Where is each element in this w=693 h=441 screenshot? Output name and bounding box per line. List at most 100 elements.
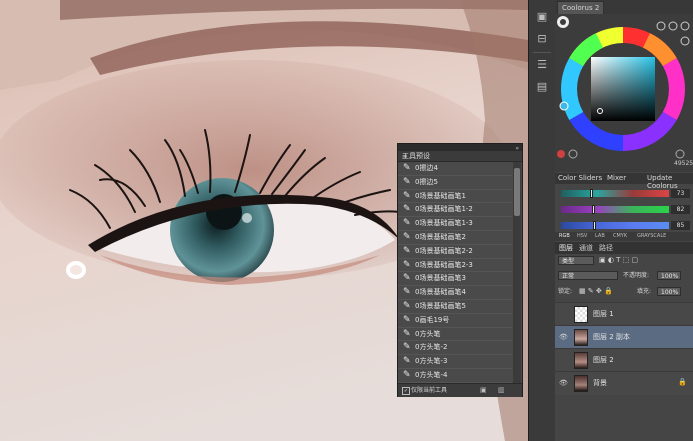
preset-list-item[interactable]: ✎ 0场景基础画笔2 xyxy=(398,231,512,245)
preset-list-item[interactable]: ✎ 0擦边4 xyxy=(398,162,512,176)
preset-name: 0方头笔 xyxy=(415,329,441,338)
preset-list-item[interactable]: ✎ 0场景基础画笔1 xyxy=(398,190,512,204)
lock-icons[interactable]: ▦ ✎ ✥ 🔒 xyxy=(579,287,613,296)
layer-row-1[interactable]: 图层 1 xyxy=(555,302,693,326)
tab-channels[interactable]: 通道 xyxy=(579,243,593,253)
layer-thumbnail-portrait xyxy=(574,375,588,392)
slider-1-track[interactable] xyxy=(561,190,669,197)
preset-name: 0场景基础画笔2 xyxy=(415,232,466,241)
layer-name[interactable]: 图层 2 xyxy=(593,355,614,365)
tool-presets-tab[interactable]: 工具预设 ≡ xyxy=(398,151,522,162)
color-wheel[interactable] xyxy=(555,14,693,172)
opacity-field[interactable]: 100% xyxy=(657,271,681,280)
preset-list-item[interactable]: ✎ 0场景基础画笔5 xyxy=(398,300,512,314)
panel-drag-bar[interactable]: » xyxy=(398,144,522,152)
new-preset-icon[interactable]: ▣ xyxy=(480,386,487,394)
preset-list-item[interactable]: ✎ 0场景基础画笔3 xyxy=(398,272,512,287)
mode-hsv[interactable]: HSV xyxy=(577,232,587,241)
scrollbar-thumb[interactable] xyxy=(514,168,520,216)
slider-3-thumb[interactable] xyxy=(593,221,597,230)
mode-rgb[interactable]: RGB xyxy=(559,232,570,241)
adjust-icon[interactable]: ☰ xyxy=(533,56,551,74)
preset-name: 0擦边4 xyxy=(415,164,438,172)
brush-icon: ✎ xyxy=(403,287,411,298)
preset-list-item[interactable]: ✎ 0场景基础画笔1-3 xyxy=(398,217,512,231)
brush-icon: ✎ xyxy=(403,300,411,311)
layer-name[interactable]: 图层 2 副本 xyxy=(593,332,630,342)
layer-row-4[interactable]: 👁 背景 🔒 xyxy=(555,371,693,395)
layer-thumbnail-transparent xyxy=(574,306,588,323)
tab-mixer[interactable]: Mixer xyxy=(607,174,626,182)
brush-icon: ✎ xyxy=(403,356,411,367)
color-slider-tabs: Color Sliders Mixer Update Coolorus xyxy=(555,173,693,190)
brush-icon: ✎ xyxy=(403,204,411,215)
preset-list-item[interactable]: ✎ 0方头笔 xyxy=(398,328,512,342)
layer-row-3[interactable]: 图层 2 xyxy=(555,348,693,372)
opacity-label: 不透明度: xyxy=(623,272,650,279)
preset-name: 0场景基础画笔2-3 xyxy=(415,260,473,269)
slider-row-3[interactable]: 85 xyxy=(559,221,690,230)
filter-icons[interactable]: ▣ ◐ T ⬚ ▢ xyxy=(599,256,638,265)
preset-footer: ✓ 仅限当前工具 ▣ ▥ xyxy=(398,383,522,397)
slider-2-value[interactable]: 82 xyxy=(671,205,690,214)
layers-icon[interactable]: ▣ xyxy=(533,8,551,26)
preset-list-item[interactable]: ✎ 0方头笔-2 xyxy=(398,341,512,356)
slider-2-track[interactable] xyxy=(561,206,669,213)
current-tool-only-checkbox[interactable]: ✓ xyxy=(402,387,410,395)
brush-icon: ✎ xyxy=(403,342,411,353)
fill-field[interactable]: 100% xyxy=(657,287,681,296)
preset-list-item[interactable]: ✎ 0场景基础画笔2-2 xyxy=(398,245,512,259)
layer-row-2[interactable]: 👁 图层 2 副本 xyxy=(555,325,693,349)
layer-kind-dropdown[interactable]: 类型 xyxy=(558,256,594,265)
brush-icon: ✎ xyxy=(403,218,411,229)
layer-thumbnail-portrait xyxy=(574,329,588,346)
delete-preset-icon[interactable]: ▥ xyxy=(498,386,505,394)
preset-name: 0方头笔-4 xyxy=(415,370,448,379)
slider-1-value[interactable]: 73 xyxy=(671,189,690,198)
slider-1-thumb[interactable] xyxy=(590,189,594,198)
tab-color-sliders[interactable]: Color Sliders xyxy=(558,174,602,182)
panel-menu-icon[interactable]: ≡ xyxy=(402,152,519,162)
preset-name: 0场景基础画笔1 xyxy=(415,191,466,200)
layer-filter-row: 类型 ▣ ◐ T ⬚ ▢ xyxy=(555,255,693,267)
current-tool-only-label: 仅限当前工具 xyxy=(411,387,448,394)
visibility-eye-icon[interactable]: 👁 xyxy=(559,333,569,341)
preset-list-item[interactable]: ✎ 0擦边5 xyxy=(398,176,512,190)
color-wheel-area[interactable] xyxy=(555,14,693,172)
slider-row-2[interactable]: 82 xyxy=(559,205,690,214)
color-mode-row: RGB HSV LAB CMYK GRAYSCALE xyxy=(555,232,693,241)
preset-list-item[interactable]: ✎ 0画毛19号 xyxy=(398,314,512,328)
preset-list-item[interactable]: ✎ 0方头笔-4 xyxy=(398,369,512,383)
layer-name[interactable]: 背景 xyxy=(593,378,607,388)
swatches-icon[interactable]: ▤ xyxy=(533,78,551,96)
slider-3-value[interactable]: 85 xyxy=(671,221,690,230)
strip-divider xyxy=(533,52,551,53)
preset-list-item[interactable]: ✎ 0方头笔-3 xyxy=(398,355,512,369)
mode-grayscale[interactable]: GRAYSCALE xyxy=(637,232,666,241)
slider-2-thumb[interactable] xyxy=(592,205,596,214)
brush-icon: ✎ xyxy=(403,176,411,187)
brush-icon: ✎ xyxy=(403,190,411,201)
preset-list-item[interactable]: ✎ 0场景基础画笔4 xyxy=(398,286,512,300)
layer-name[interactable]: 图层 1 xyxy=(593,309,614,319)
preset-name: 0方头笔-3 xyxy=(415,357,448,366)
history-icon[interactable]: ⊟ xyxy=(533,30,551,48)
tab-update-coolorus[interactable]: Update Coolorus xyxy=(647,174,693,190)
preset-scrollbar[interactable] xyxy=(513,162,521,383)
layers-panel-tabs: 图层 通道 路径 xyxy=(555,242,693,254)
blend-mode-dropdown[interactable]: 正常 xyxy=(558,271,618,280)
slider-row-1[interactable]: 73 xyxy=(559,189,690,198)
hex-value: 49525 xyxy=(674,160,693,167)
mode-cmyk[interactable]: CMYK xyxy=(613,232,627,241)
tab-layers[interactable]: 图层 xyxy=(559,243,573,253)
slider-3-track[interactable] xyxy=(561,222,669,229)
visibility-eye-icon[interactable]: 👁 xyxy=(559,379,569,387)
mode-lab[interactable]: LAB xyxy=(595,232,605,241)
preset-list-item[interactable]: ✎ 0场景基础画笔2-3 xyxy=(398,259,512,273)
brush-icon: ✎ xyxy=(403,328,411,339)
brush-icon: ✎ xyxy=(403,314,411,325)
preset-list-item[interactable]: ✎ 0场景基础画笔1-2 xyxy=(398,203,512,218)
tab-coolorus[interactable]: Coolorus 2 xyxy=(557,1,605,14)
tab-paths[interactable]: 路径 xyxy=(599,243,613,253)
tool-presets-panel: » 工具预设 ≡ ✎ 0擦边4 ✎ 0擦边5 ✎ 0场景基础画笔1 ✎ 0场景基础画笔1-2 ✎… xyxy=(397,143,523,397)
